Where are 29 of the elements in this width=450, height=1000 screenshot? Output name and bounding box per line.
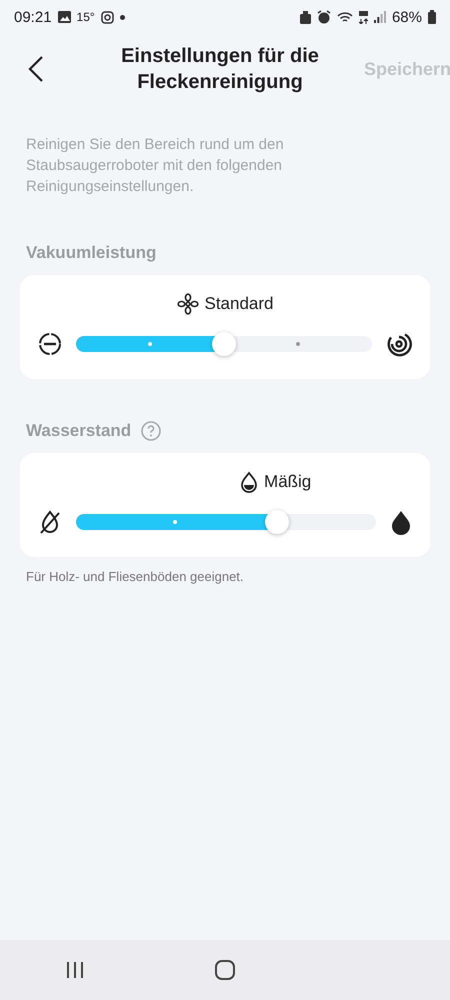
level-value: Mäßig bbox=[240, 471, 312, 493]
battery-icon bbox=[428, 10, 436, 24]
dot-icon bbox=[120, 14, 125, 20]
temperature: 15° bbox=[76, 10, 95, 24]
swirl-icon bbox=[386, 331, 412, 357]
water-drop-icon bbox=[390, 509, 412, 535]
section-title: Vakuumleistung bbox=[26, 243, 156, 263]
fan-icon bbox=[176, 293, 198, 315]
no-water-icon bbox=[38, 509, 62, 535]
page-title: Einstellungen für die Fleckenreinigung bbox=[120, 44, 320, 95]
half-drop-icon bbox=[240, 471, 258, 493]
battery-percentage: 68% bbox=[392, 8, 422, 26]
recent-apps-icon[interactable] bbox=[65, 961, 85, 979]
image-icon bbox=[58, 11, 71, 23]
clock: 09:21 bbox=[14, 8, 52, 26]
hint-text: Für Holz- und Fliesenböden geeignet. bbox=[26, 569, 245, 584]
instagram-icon bbox=[100, 10, 114, 24]
slider-thumb[interactable] bbox=[265, 510, 289, 534]
home-icon[interactable] bbox=[214, 959, 236, 981]
mobile-data-icon bbox=[358, 10, 368, 24]
slider-thumb[interactable] bbox=[212, 332, 236, 356]
minus-circle-icon bbox=[38, 332, 62, 356]
help-icon[interactable] bbox=[141, 421, 162, 441]
description: Reinigen Sie den Bereich rund um den Staubsaugerroboter mit den folgenden Reinigungseinstellungen. bbox=[26, 135, 285, 197]
level-value: Standard bbox=[176, 293, 274, 315]
section-title: Wasserstand bbox=[26, 421, 132, 441]
wifi-icon bbox=[336, 10, 353, 24]
alarm-icon bbox=[316, 10, 331, 24]
signal-icon bbox=[374, 11, 386, 23]
